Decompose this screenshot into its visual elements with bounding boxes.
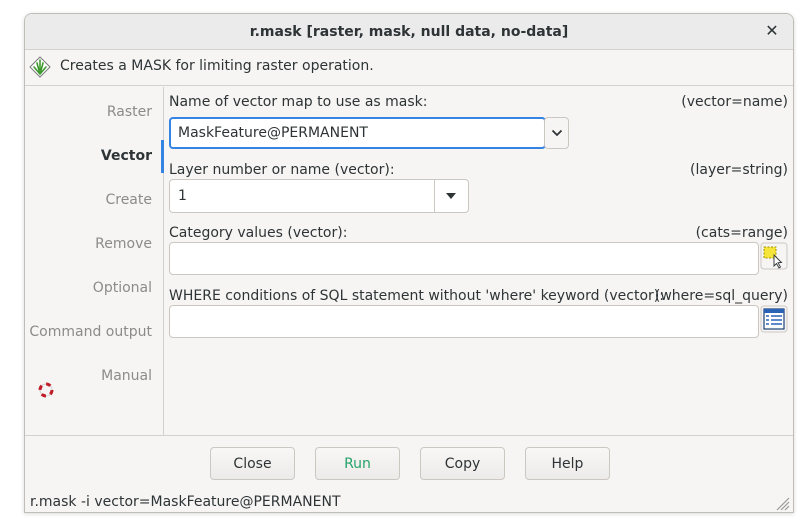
- layer-value: 1: [178, 188, 187, 204]
- tab-vector[interactable]: Vector: [101, 148, 152, 164]
- vector-label: Name of vector map to use as mask:: [169, 94, 428, 110]
- module-description: Creates a MASK for limiting raster opera…: [25, 51, 793, 86]
- vector-param: (vector=name): [681, 94, 788, 110]
- dialog-window: r.mask [raster, mask, null data, no-data…: [24, 13, 794, 513]
- description-text: Creates a MASK for limiting raster opera…: [60, 58, 374, 74]
- dropdown-arrow-icon[interactable]: [446, 193, 456, 199]
- vector-map-dropdown-button[interactable]: [544, 117, 569, 149]
- cats-label: Category values (vector):: [169, 225, 348, 241]
- layer-label: Layer number or name (vector):: [169, 162, 395, 178]
- where-label: WHERE conditions of SQL statement withou…: [169, 288, 664, 304]
- where-param: (where=sql_query): [654, 288, 788, 304]
- sql-builder-icon[interactable]: [760, 305, 788, 333]
- section-tabs: Raster Vector Create Remove Optional Com…: [25, 87, 164, 435]
- tab-optional[interactable]: Optional: [93, 280, 152, 296]
- copy-button[interactable]: Copy: [420, 447, 505, 480]
- command-statusbar: r.mask -i vector=MaskFeature@PERMANENT: [30, 494, 341, 510]
- layer-param: (layer=string): [690, 162, 788, 178]
- vector-tab-panel: Name of vector map to use as mask: (vect…: [165, 87, 793, 435]
- tab-remove[interactable]: Remove: [95, 236, 152, 252]
- title-bar[interactable]: r.mask [raster, mask, null data, no-data…: [25, 14, 793, 50]
- grass-logo-icon: [29, 56, 51, 78]
- vector-map-input[interactable]: MaskFeature@PERMANENT: [169, 117, 546, 149]
- close-button[interactable]: Close: [210, 447, 295, 480]
- resize-grip-icon[interactable]: [772, 493, 790, 511]
- run-button[interactable]: Run: [315, 447, 400, 480]
- window-title: r.mask [raster, mask, null data, no-data…: [249, 24, 569, 40]
- layer-combo[interactable]: 1: [169, 179, 469, 213]
- combo-divider: [434, 180, 435, 212]
- active-tab-indicator: [161, 140, 164, 173]
- tab-manual[interactable]: Manual: [101, 368, 152, 384]
- button-bar: Close Run Copy Help r.mask -i vector=Mas…: [25, 435, 793, 512]
- cats-param: (cats=range): [695, 225, 788, 241]
- tab-create[interactable]: Create: [105, 192, 152, 208]
- tab-command-output[interactable]: Command output: [29, 324, 152, 340]
- chevron-down-icon: [551, 129, 562, 137]
- where-input[interactable]: [169, 305, 759, 338]
- cats-input[interactable]: [169, 242, 759, 275]
- select-features-icon[interactable]: [760, 242, 788, 270]
- tab-raster[interactable]: Raster: [107, 104, 152, 120]
- close-icon[interactable]: ✕: [763, 22, 781, 40]
- lifebuoy-icon: [38, 382, 54, 398]
- help-button[interactable]: Help: [525, 447, 610, 480]
